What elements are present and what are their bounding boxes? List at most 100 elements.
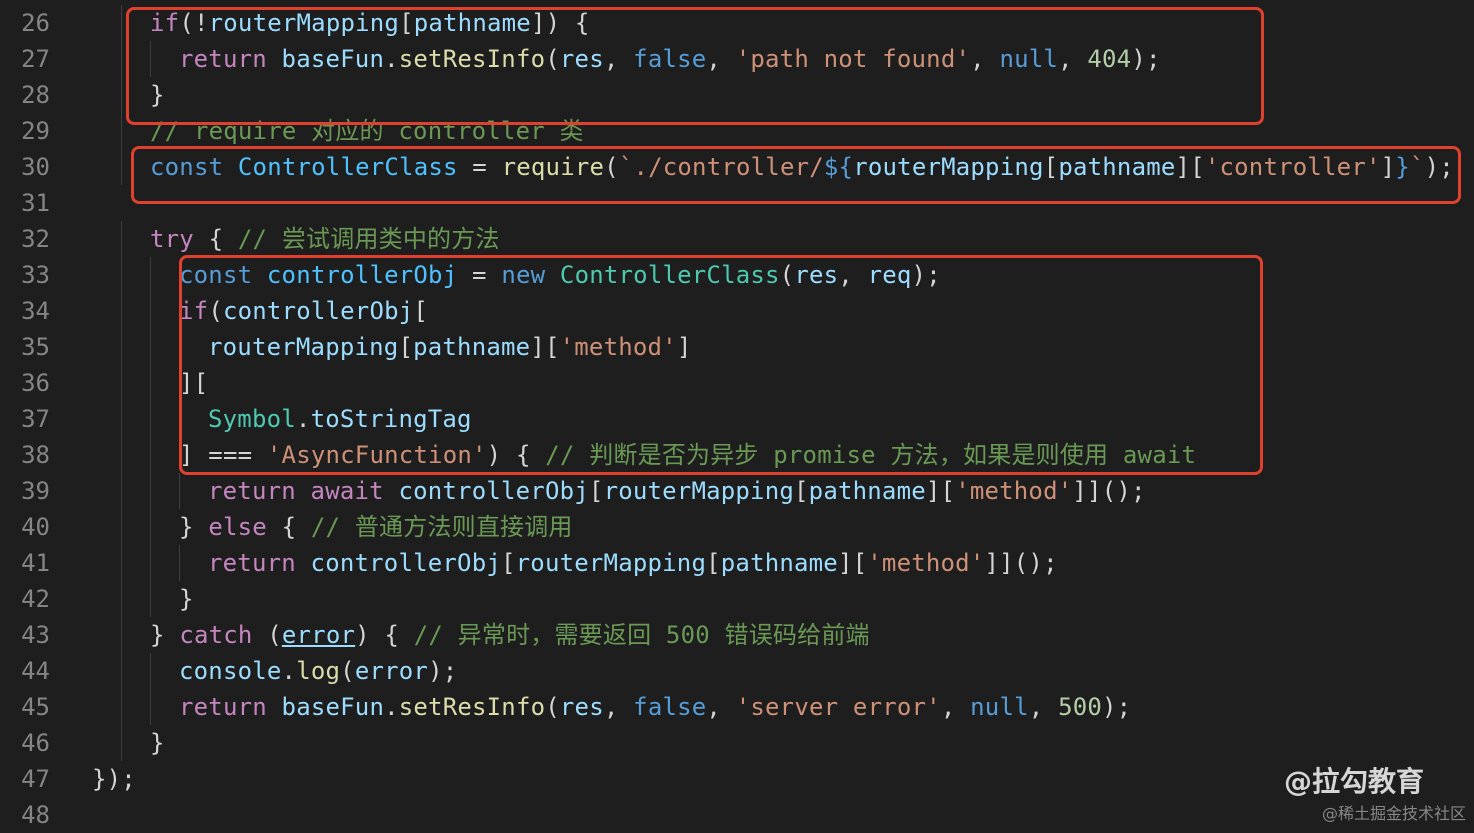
indent-guide [150,365,151,401]
code-token: ][ [837,549,868,577]
code-token: catch [179,621,253,649]
line-number: 47 [21,765,50,793]
indent-guide [121,545,122,581]
indent-guide [121,221,122,257]
code-token: false [633,693,707,721]
code-text: } catch (error) { // 异常时，需要返回 500 错误码给前端 [150,617,870,653]
code-line[interactable]: 44 console.log(error); [0,653,1474,689]
line-number: 44 [21,657,50,685]
indent-guide [121,5,122,41]
code-token: res [559,693,604,721]
code-line[interactable]: 32 try { // 尝试调用类中的方法 [0,221,1474,257]
code-token: await [310,477,399,505]
code-editor[interactable]: 26 if(!routerMapping[pathname]) {27 return… [0,0,1474,830]
code-token: [ [706,549,721,577]
line-number: 28 [21,81,50,109]
line-number: 36 [21,369,50,397]
code-token: { [266,513,311,541]
code-line[interactable]: 42} [0,581,1474,617]
indent-guide [121,77,122,113]
watermark-brand: @拉勾教育 [1283,765,1424,798]
indent-guide [121,689,122,725]
code-line[interactable]: 40} else { // 普通方法则直接调用 [0,509,1474,545]
code-token: pathname [720,549,838,577]
line-number: 40 [21,513,50,541]
code-token: } [150,729,165,757]
code-token: error [354,657,429,685]
code-token: ) { [355,621,414,649]
line-number: 27 [21,45,50,73]
indent-guide [121,149,122,185]
code-token: ( [545,693,560,721]
code-text: } [150,725,165,761]
line-number: 41 [21,549,50,577]
watermark-site: @稀土掘金技术社区 [1321,804,1466,823]
code-token: ( [252,621,282,649]
code-token: return [179,693,282,721]
indent-guide [150,401,151,437]
line-number: 39 [21,477,50,505]
indent-guide [121,617,122,653]
line-number: 30 [21,153,50,181]
line-number: 42 [21,585,50,613]
code-token: ); [428,657,458,685]
line-number: 45 [21,693,50,721]
indent-guide [121,473,122,509]
code-text: try { // 尝试调用类中的方法 [150,221,500,257]
indent-guide [121,257,122,293]
code-text: console.log(error); [179,653,457,689]
indent-guide [121,293,122,329]
code-token: routerMapping [603,477,795,505]
code-token: [ [501,549,516,577]
code-token: { [193,225,238,253]
code-text: }); [92,761,136,797]
code-token: ( [340,657,355,685]
code-line[interactable]: 46} [0,725,1474,761]
indent-guide [150,545,151,581]
code-line[interactable]: 45 return baseFun.setResInfo(res, false, … [0,689,1474,725]
line-number: 29 [21,117,50,145]
indent-guide [150,293,151,329]
code-token: ][ [925,477,956,505]
indent-guide [121,41,122,77]
code-token: return [208,477,311,505]
code-text: } [179,581,194,617]
code-token: try [150,225,194,253]
code-token: error [281,621,356,649]
highlight-box-require-controller [131,146,1461,204]
code-token: // 普通方法则直接调用 [310,513,573,541]
code-token: . [281,657,297,685]
code-token: controllerObj [310,549,501,577]
indent-guide [150,653,151,689]
code-token: [ [588,477,604,505]
code-token: 500 [1058,693,1103,721]
indent-guide [150,689,151,725]
code-token: ]](); [984,549,1058,577]
indent-guide [150,257,151,293]
code-token: // 异常时，需要返回 500 错误码给前端 [413,621,870,649]
indent-guide [150,473,151,509]
highlight-box-route-check [126,7,1264,125]
indent-guide [121,113,122,149]
indent-guide [121,401,122,437]
code-token: null [970,693,1029,721]
code-token: console [179,657,282,685]
code-token: return [208,549,311,577]
indent-guide [121,365,122,401]
code-token: else [208,513,267,541]
code-token: ); [1102,693,1132,721]
code-line[interactable]: 43} catch (error) { // 异常时，需要返回 500 错误码给… [0,617,1474,653]
code-token: , [706,693,736,721]
code-line[interactable]: 47}); [0,761,1474,797]
line-number: 31 [21,189,50,217]
indent-guide [150,437,151,473]
code-line[interactable]: 41 return controllerObj[routerMapping[pat… [0,545,1474,581]
code-line[interactable]: 39 return await controllerObj[routerMappi… [0,473,1474,509]
code-token: baseFun [281,693,385,721]
line-number: 26 [21,9,50,37]
code-token: }); [92,765,136,793]
highlight-box-async-check [179,255,1263,475]
code-line[interactable]: 48 [0,797,1474,833]
indent-guide [121,725,122,761]
code-token: , [940,693,971,721]
